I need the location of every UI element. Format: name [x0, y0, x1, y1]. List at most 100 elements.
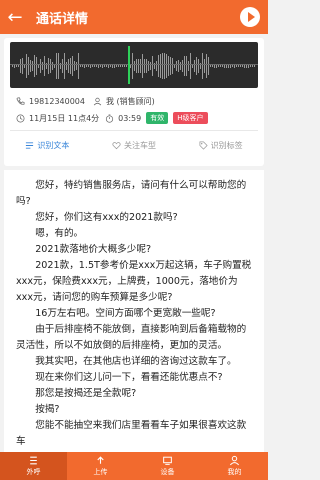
tab-mine-label: 我的 — [227, 468, 242, 476]
waveform-bar — [70, 66, 71, 74]
waveform-bar — [202, 66, 203, 79]
waveform-bar — [76, 66, 77, 70]
waveform-bar — [104, 66, 105, 67]
waveform-bar — [64, 66, 65, 79]
waveform-bar — [152, 66, 153, 76]
agent-name: 我 (销售顾问) — [106, 97, 155, 106]
waveform-bar — [218, 66, 219, 67]
waveform-bar — [190, 66, 191, 79]
waveform-bar — [22, 66, 23, 74]
waveform-bar — [186, 66, 187, 76]
waveform-bar — [176, 66, 177, 71]
waveform-bar — [130, 66, 131, 68]
tab-outbound[interactable]: 外呼 — [0, 452, 67, 480]
call-meta-row: 11月15日 11点4分 03:59 有效 H级客户 — [16, 112, 208, 124]
audio-waveform[interactable] — [10, 42, 258, 88]
recognize-tags-button[interactable]: 识别标签 — [177, 140, 264, 151]
waveform-bar — [238, 66, 239, 67]
waveform-bar — [208, 66, 209, 75]
waveform-bar — [168, 66, 169, 76]
waveform-bar — [154, 66, 155, 69]
waveform-bar — [138, 66, 139, 73]
waveform-bar — [40, 66, 41, 73]
waveform-bar — [82, 66, 83, 67]
arrow-left-icon: ← — [7, 6, 23, 28]
tab-upload[interactable]: 上传 — [67, 452, 134, 480]
transcript-line: 2021款，1.5T参考价是xxx万起这辆，车子购置税xxx元，保险费xxx元，… — [16, 260, 252, 303]
timer-icon — [106, 114, 114, 123]
waveform-bar — [126, 66, 127, 67]
waveform-baseline — [10, 64, 258, 65]
waveform-bar — [170, 66, 171, 75]
call-duration: 03:59 — [118, 113, 142, 123]
tag-icon — [199, 141, 208, 150]
user-icon — [229, 455, 240, 466]
playhead-cursor[interactable] — [128, 46, 130, 84]
waveform-bar — [166, 66, 167, 78]
upload-icon — [97, 456, 104, 464]
tab-mine[interactable]: 我的 — [201, 452, 268, 480]
waveform-bar — [124, 66, 125, 67]
waveform-bar — [114, 66, 115, 68]
transcript-line: 我其实吧，在其他店也详细的咨询过这款车了。 — [35, 356, 237, 367]
waveform-bar — [178, 66, 179, 72]
back-button[interactable]: ← — [0, 0, 30, 34]
waveform-bar — [96, 66, 97, 67]
waveform-bar — [222, 66, 223, 67]
clock-icon — [16, 114, 25, 122]
waveform-bar — [132, 66, 133, 79]
waveform-bar — [144, 66, 145, 73]
play-button[interactable] — [240, 7, 260, 27]
transcript-line: 2021款落地价大概多少呢? — [35, 244, 152, 255]
waveform-bar — [214, 66, 215, 68]
waveform-bar — [158, 66, 159, 77]
waveform-bar — [226, 66, 227, 68]
recognize-tags-label: 识别标签 — [210, 140, 243, 150]
waveform-bar — [196, 66, 197, 75]
waveform-bar — [160, 66, 161, 78]
waveform-bar — [164, 66, 165, 79]
waveform-bar — [246, 66, 247, 68]
waveform-bar — [66, 66, 67, 70]
waveform-bar — [20, 66, 21, 73]
waveform-bar — [78, 66, 79, 79]
waveform-bar — [30, 66, 31, 72]
call-info-card: 19812340004 我 (销售顾问) 11月15日 11点4分 03:59 … — [4, 38, 264, 166]
waveform-bar — [116, 66, 117, 67]
waveform-bar — [38, 66, 39, 68]
waveform-bar — [94, 66, 95, 67]
waveform-bar — [12, 66, 13, 67]
follow-model-button[interactable]: 关注车型 — [91, 140, 178, 151]
waveform-bar — [188, 66, 189, 71]
call-contact-row: 19812340004 我 (销售顾问) — [16, 96, 155, 107]
customer-level-badge: H级客户 — [173, 112, 208, 124]
waveform-bar — [206, 66, 207, 78]
waveform-bar — [100, 66, 101, 67]
waveform-bar — [224, 66, 225, 68]
tab-device-label: 设备 — [160, 468, 175, 476]
heart-icon — [112, 141, 121, 149]
waveform-bar — [48, 66, 49, 74]
waveform-bar — [136, 66, 137, 73]
recognize-text-button[interactable]: 识别文本 — [4, 140, 91, 151]
waveform-bar — [108, 66, 109, 68]
waveform-bar — [212, 66, 213, 67]
transcript-line: 现在来你们这儿问一下，看看还能优惠点不? — [35, 372, 223, 383]
transcript-line: 您好，特约销售服务店，请问有什么可以帮助您的吗? — [16, 180, 247, 207]
waveform-bar — [148, 66, 149, 71]
waveform-bar — [250, 66, 251, 67]
waveform-bar — [254, 66, 255, 67]
bottom-tab-bar: 外呼 上传 设备 我的 — [0, 452, 268, 480]
waveform-bar — [244, 66, 245, 68]
transcript-panel[interactable]: 您好，特约销售服务店，请问有什么可以帮助您的吗? 您好，你们这有xxx的2021… — [4, 170, 264, 452]
waveform-bar — [232, 66, 233, 67]
tab-device[interactable]: 设备 — [134, 452, 201, 480]
tab-outbound-label: 外呼 — [26, 468, 41, 476]
waveform-bar — [58, 66, 59, 79]
waveform-bar — [140, 66, 141, 73]
play-icon — [247, 12, 255, 22]
waveform-bar — [74, 66, 75, 71]
phone-list-icon — [30, 456, 37, 465]
waveform-bar — [146, 66, 147, 73]
waveform-bar — [26, 66, 27, 78]
